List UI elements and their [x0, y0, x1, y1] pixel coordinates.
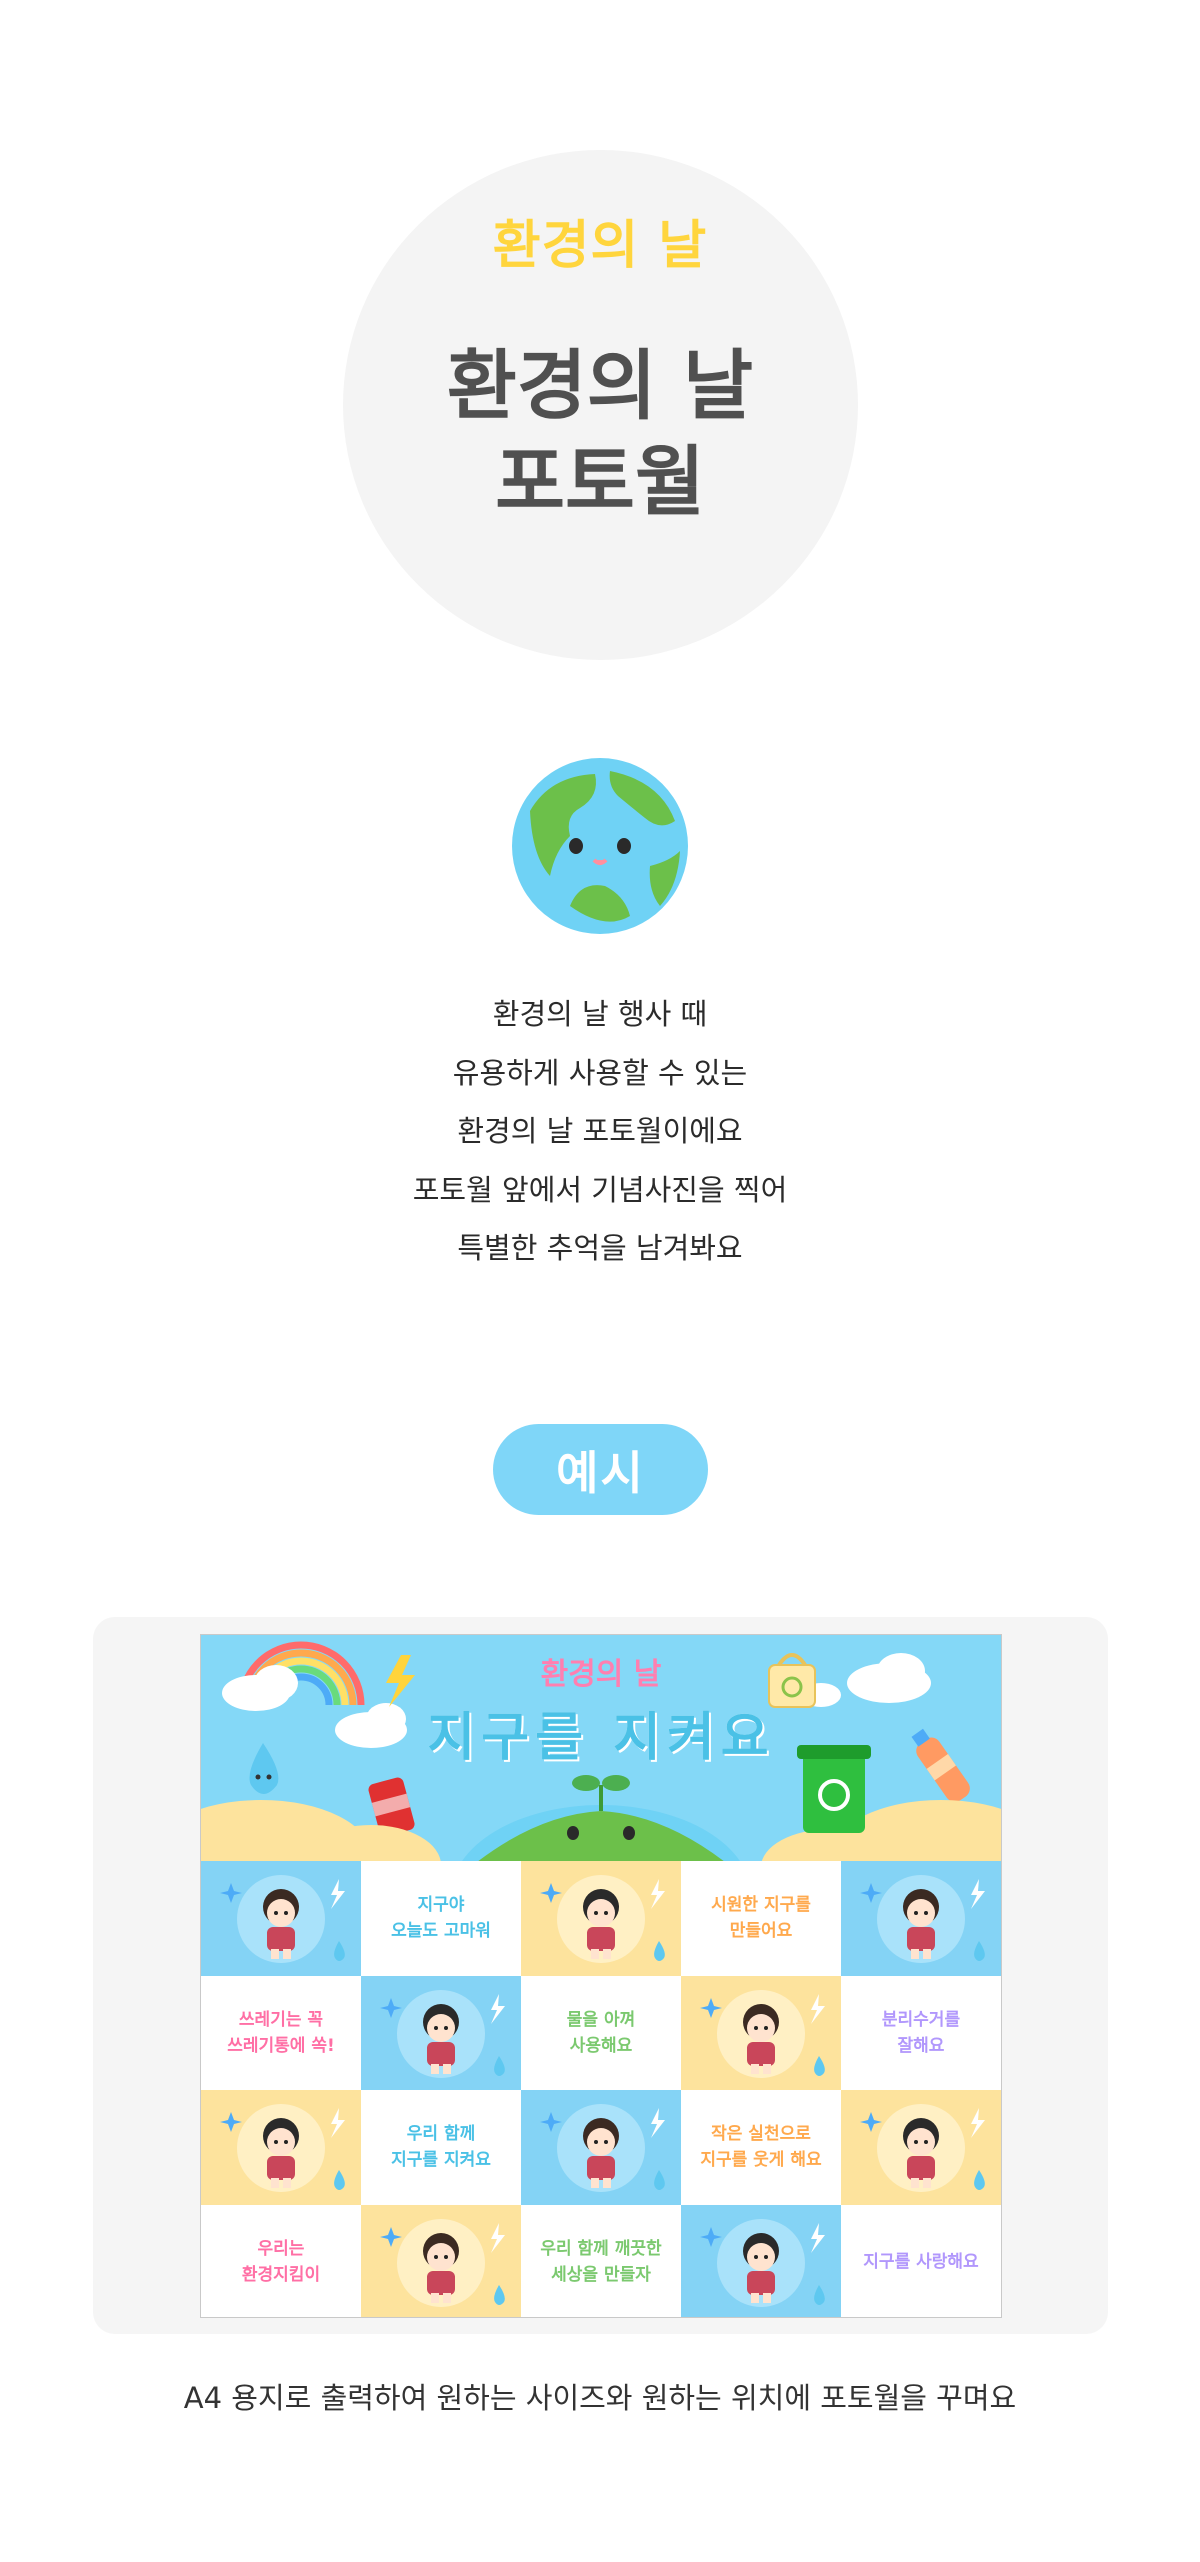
- poster-kid-tile: [521, 1861, 681, 1976]
- child-character-icon: [540, 2104, 665, 2192]
- description-line-5: 특별한 추억을 남겨봐요: [457, 1231, 743, 1265]
- child-character-icon: [700, 2218, 825, 2307]
- poster-message-tile: 지구야 오늘도 고마워: [361, 1861, 521, 1976]
- poster-kid-tile: [201, 2090, 361, 2205]
- poster-message-tile: 우리 함께 지구를 지켜요: [361, 2090, 521, 2205]
- caption-text: A4 용지로 출력하여 원하는 사이즈와 원하는 위치에 포토월을 꾸며요: [183, 2381, 1017, 2415]
- child-character-icon: [220, 1875, 345, 1963]
- poster-message-tile: 물을 아껴 사용해요: [521, 1975, 681, 2090]
- poster-message-tile: 지구를 사랑해요: [841, 2204, 1001, 2317]
- poster-title: 지구를 지켜요: [427, 1708, 775, 1768]
- poster-kid-tile: [841, 1861, 1001, 1976]
- smiling-earth-icon: [510, 756, 690, 936]
- poster-subtitle: 환경의 날: [540, 1657, 662, 1692]
- poster-kid-tile: [681, 1975, 841, 2090]
- poster-kid-tile: [361, 2204, 521, 2317]
- poster-message-text: 쓰레기는 꼭 쓰레기통에 쏙!: [227, 2009, 335, 2056]
- child-character-icon: [380, 1989, 505, 2078]
- poster-message-text: 작은 실천으로 지구를 웃게 해요: [700, 2124, 822, 2171]
- poster-message-tile: 작은 실천으로 지구를 웃게 해요: [681, 2090, 841, 2205]
- description-line-3: 환경의 날 포토월이에요: [457, 1114, 743, 1148]
- poster-message-tile: 우리는 환경지킴이: [201, 2204, 361, 2317]
- child-character-icon: [380, 2218, 505, 2307]
- child-character-icon: [220, 2104, 345, 2192]
- poster-kid-tile: [361, 1975, 521, 2090]
- poster-tile-grid: 지구야 오늘도 고마워 시원한 지구를 만들어요쓰레기는 꼭 쓰레기통에 쏙! 물을…: [201, 1861, 1001, 2317]
- poster-kid-tile: [201, 1861, 361, 1976]
- hero-title-line-1: 환경의 날: [446, 341, 754, 430]
- poster-message-tile: 분리수거를 잘해요: [841, 1975, 1001, 2090]
- poster-message-text: 지구야 오늘도 고마워: [391, 1895, 491, 1942]
- poster-message-tile: 쓰레기는 꼭 쓰레기통에 쏙!: [201, 1975, 361, 2090]
- poster-kid-tile: [681, 2204, 841, 2317]
- poster-message-text: 우리 함께 깨끗한 세상을 만들자: [540, 2238, 662, 2285]
- poster-message-text: 우리 함께 지구를 지켜요: [391, 2124, 491, 2171]
- poster-message-text: 물을 아껴 사용해요: [566, 2009, 636, 2056]
- poster-kid-tile: [841, 2090, 1001, 2205]
- child-character-icon: [860, 1875, 985, 1963]
- description-line-1: 환경의 날 행사 때: [492, 997, 708, 1031]
- photo-wall-poster-preview: 환경의 날 지구를 지켜요 지구야 오늘도 고마워 시원한 지구를 만들어요쓰레기…: [200, 1634, 1002, 2318]
- child-character-icon: [860, 2104, 985, 2192]
- poster-message-text: 분리수거를 잘해요: [881, 2009, 961, 2056]
- example-label-badge: 예시: [493, 1424, 708, 1515]
- hero-subtitle: 환경의 날: [492, 216, 708, 276]
- poster-message-text: 우리는 환경지킴이: [241, 2238, 321, 2285]
- description-line-4: 포토월 앞에서 기념사진을 찍어: [412, 1172, 788, 1207]
- description-line-2: 유용하게 사용할 수 있는: [452, 1055, 748, 1090]
- child-character-icon: [700, 1989, 825, 2078]
- child-character-icon: [540, 1875, 665, 1963]
- description-text: 환경의 날 행사 때 유용하게 사용할 수 있는 환경의 날 포토월이에요 포토…: [0, 985, 1200, 1278]
- poster-message-text: 시원한 지구를 만들어요: [711, 1895, 811, 1942]
- hero-title-line-2: 포토월: [495, 437, 705, 526]
- poster-message-tile: 시원한 지구를 만들어요: [681, 1861, 841, 1976]
- poster-kid-tile: [521, 2090, 681, 2205]
- poster-message-tile: 우리 함께 깨끗한 세상을 만들자: [521, 2204, 681, 2317]
- hero-title: 환경의 날 포토월: [0, 338, 1200, 530]
- poster-message-text: 지구를 사랑해요: [863, 2251, 979, 2272]
